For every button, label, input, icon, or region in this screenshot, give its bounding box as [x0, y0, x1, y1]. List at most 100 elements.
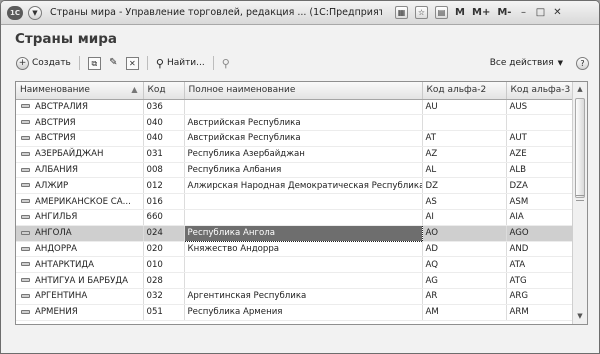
- table-row[interactable]: АНГИЛЬЯ 660 AI AIA: [16, 209, 573, 226]
- cell-alpha3[interactable]: [506, 114, 573, 132]
- column-header-name[interactable]: Наименование ▲: [16, 82, 144, 100]
- scroll-down-icon[interactable]: ▼: [573, 309, 587, 324]
- cell-alpha2[interactable]: AS: [422, 193, 507, 211]
- column-header-full-name[interactable]: Полное наименование: [184, 82, 423, 100]
- cell-name[interactable]: АНТАРКТИДА: [16, 256, 144, 274]
- cell-code[interactable]: 024: [143, 225, 185, 242]
- table-row[interactable]: АВСТРИЯ 040 Австрийская Республика AT AUT: [16, 130, 573, 147]
- countries-table[interactable]: Наименование ▲ Код Полное наименование Ко…: [15, 81, 588, 325]
- cell-name[interactable]: АЛЖИР: [16, 177, 144, 195]
- vertical-scrollbar[interactable]: ▲ ▼: [572, 82, 587, 324]
- cell-code[interactable]: 008: [143, 162, 185, 179]
- cell-name[interactable]: АНДОРРА: [16, 241, 144, 258]
- cell-alpha2[interactable]: AU: [422, 99, 507, 116]
- cell-full-name[interactable]: Республика Албания: [184, 162, 423, 179]
- cell-alpha3[interactable]: AZE: [506, 146, 573, 163]
- cell-full-name[interactable]: [184, 193, 423, 211]
- cell-alpha3[interactable]: ARG: [506, 288, 573, 305]
- help-button[interactable]: ?: [576, 56, 589, 70]
- minimize-icon[interactable]: –: [518, 7, 528, 18]
- table-row[interactable]: АНГОЛА 024 Республика Ангола AO AGO: [16, 224, 573, 242]
- table-row[interactable]: АЛЖИР 012 Алжирская Народная Демократическ…: [16, 177, 573, 195]
- cell-name[interactable]: АЗЕРБАЙДЖАН: [16, 146, 144, 163]
- cell-code[interactable]: 660: [143, 209, 185, 226]
- favorites-icon[interactable]: ☆: [415, 6, 428, 19]
- cell-full-name[interactable]: Алжирская Народная Демократическая Респу…: [184, 177, 423, 195]
- delete-mark-icon[interactable]: ✕: [125, 56, 139, 70]
- table-row[interactable]: АНТАРКТИДА 010 AQ ATA: [16, 256, 573, 274]
- cell-name[interactable]: АВСТРАЛИЯ: [16, 99, 144, 116]
- cell-alpha2[interactable]: AI: [422, 209, 507, 226]
- cell-alpha3[interactable]: ARM: [506, 304, 573, 321]
- all-actions-button[interactable]: Все действия ▼: [487, 54, 566, 72]
- cell-alpha3[interactable]: AGO: [506, 225, 573, 242]
- cell-alpha3[interactable]: ATG: [506, 272, 573, 290]
- cell-full-name[interactable]: [184, 272, 423, 290]
- cell-code[interactable]: 010: [143, 256, 185, 274]
- cell-full-name[interactable]: [184, 99, 423, 116]
- cell-full-name[interactable]: Аргентинская Республика: [184, 288, 423, 305]
- cell-code[interactable]: 031: [143, 146, 185, 163]
- create-button[interactable]: + Создать: [13, 54, 74, 72]
- cell-alpha2[interactable]: AQ: [422, 256, 507, 274]
- cell-alpha2[interactable]: AM: [422, 304, 507, 321]
- memory-plus-button[interactable]: M+: [472, 7, 490, 18]
- cell-alpha2[interactable]: AT: [422, 130, 507, 147]
- cell-full-name[interactable]: Княжество Андорра: [184, 241, 423, 258]
- copy-icon[interactable]: ⧉: [87, 56, 101, 70]
- cell-full-name[interactable]: Австрийская Республика: [184, 130, 423, 147]
- cell-alpha2[interactable]: AL: [422, 162, 507, 179]
- cell-full-name[interactable]: [184, 209, 423, 226]
- cell-alpha3[interactable]: ATA: [506, 256, 573, 274]
- edit-icon[interactable]: ✎: [107, 57, 120, 70]
- cell-name[interactable]: АНГИЛЬЯ: [16, 209, 144, 226]
- table-row[interactable]: АВСТРИЯ 040 Австрийская Республика: [16, 114, 573, 132]
- cell-full-name[interactable]: [184, 256, 423, 274]
- cell-name[interactable]: АРМЕНИЯ: [16, 304, 144, 321]
- cell-full-name[interactable]: Республика Азербайджан: [184, 146, 423, 163]
- cell-name[interactable]: АРГЕНТИНА: [16, 288, 144, 305]
- cell-code[interactable]: 040: [143, 130, 185, 147]
- cell-code[interactable]: 020: [143, 241, 185, 258]
- table-row[interactable]: АВСТРАЛИЯ 036 AU AUS: [16, 99, 573, 116]
- cell-code[interactable]: 032: [143, 288, 185, 305]
- column-header-alpha2[interactable]: Код альфа-2: [422, 82, 507, 100]
- cell-full-name[interactable]: Республика Ангола: [183, 224, 423, 242]
- cell-name[interactable]: АВСТРИЯ: [16, 130, 144, 147]
- cell-alpha2[interactable]: AG: [422, 272, 507, 290]
- cell-alpha3[interactable]: ASM: [506, 193, 573, 211]
- column-header-code[interactable]: Код: [143, 82, 185, 100]
- calculator-icon[interactable]: ▤: [435, 6, 448, 19]
- table-row[interactable]: АЗЕРБАЙДЖАН 031 Республика Азербайджан AZ AZ…: [16, 146, 573, 163]
- table-row[interactable]: АРГЕНТИНА 032 Аргентинская Республика AR ARG: [16, 288, 573, 305]
- cell-code[interactable]: 028: [143, 272, 185, 290]
- table-row[interactable]: АНДОРРА 020 Княжество Андорра AD AND: [16, 241, 573, 258]
- cell-full-name[interactable]: Австрийская Республика: [184, 114, 423, 132]
- cell-alpha2[interactable]: DZ: [422, 177, 507, 195]
- cell-code[interactable]: 012: [143, 177, 185, 195]
- cell-name[interactable]: АВСТРИЯ: [16, 114, 144, 132]
- cell-code[interactable]: 040: [143, 114, 185, 132]
- cell-name[interactable]: АЛБАНИЯ: [16, 162, 144, 179]
- calendar-icon[interactable]: ▦: [395, 6, 408, 19]
- table-row[interactable]: АЛБАНИЯ 008 Республика Албания AL ALB: [16, 162, 573, 179]
- cell-name[interactable]: АНТИГУА И БАРБУДА: [16, 272, 144, 290]
- cell-alpha3[interactable]: AND: [506, 241, 573, 258]
- main-menu-button[interactable]: ▼: [28, 5, 42, 20]
- cell-name[interactable]: АНГОЛА: [16, 225, 144, 242]
- cell-alpha2[interactable]: AZ: [422, 146, 507, 163]
- table-row[interactable]: АРМЕНИЯ 051 Республика Армения AM ARM: [16, 304, 573, 321]
- scroll-thumb[interactable]: [575, 98, 585, 198]
- cell-alpha2[interactable]: AR: [422, 288, 507, 305]
- cell-alpha2[interactable]: AD: [422, 241, 507, 258]
- column-header-alpha3[interactable]: Код альфа-3: [506, 82, 573, 100]
- cell-alpha3[interactable]: AUT: [506, 130, 573, 147]
- cell-alpha2[interactable]: [422, 114, 507, 132]
- cell-alpha3[interactable]: AIA: [506, 209, 573, 226]
- find-button[interactable]: ⚲ Найти...: [153, 54, 208, 72]
- cell-code[interactable]: 016: [143, 193, 185, 211]
- cell-full-name[interactable]: Республика Армения: [184, 304, 423, 321]
- app-logo-icon[interactable]: 1С: [7, 5, 23, 20]
- table-row[interactable]: АМЕРИКАНСКОЕ СА... 016 AS ASM: [16, 193, 573, 211]
- memory-minus-button[interactable]: M-: [497, 7, 511, 18]
